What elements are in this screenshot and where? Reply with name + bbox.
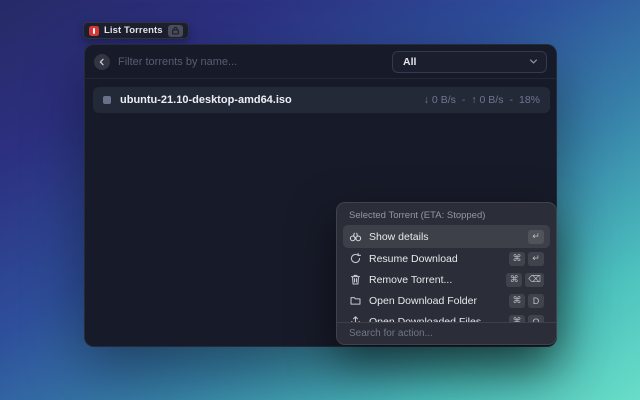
action-item-label: Show details <box>369 230 429 243</box>
command-tab[interactable]: List Torrents <box>83 22 189 39</box>
lock-icon[interactable] <box>167 24 183 37</box>
refresh-icon <box>349 252 362 265</box>
torrent-name: ubuntu-21.10-desktop-amd64.iso <box>120 94 292 106</box>
transmission-icon <box>89 25 99 36</box>
action-items: Show details ↵ Resume Download ⌘ ↵ Remov… <box>343 225 550 332</box>
separator: - <box>461 94 466 106</box>
upload-speed: ↑ 0 B/s <box>471 94 504 106</box>
action-item-label: Remove Torrent... <box>369 273 453 286</box>
desktop-background: { "tab": { "title": "List Torrents", "ex… <box>0 0 640 400</box>
action-item-open-download-folder[interactable]: Open Download Folder ⌘ D <box>343 290 550 311</box>
shortcut-key: ⌘ <box>509 293 525 308</box>
action-item-remove-torrent[interactable]: Remove Torrent... ⌘ ⌫ <box>343 269 550 290</box>
separator: - <box>509 94 513 106</box>
action-item-show-details[interactable]: Show details ↵ <box>343 225 550 248</box>
shortcut-key: D <box>528 293 544 308</box>
action-panel-header: Selected Torrent (ETA: Stopped) <box>349 210 486 221</box>
action-item-label: Open Download Folder <box>369 294 477 307</box>
action-item-label: Resume Download <box>369 252 458 265</box>
filter-dropdown[interactable]: All <box>392 50 547 73</box>
back-button[interactable] <box>94 53 110 70</box>
command-tab-title: List Torrents <box>104 25 163 36</box>
shortcut-key: ⌫ <box>525 272 544 287</box>
progress-percent: 18% <box>518 94 540 106</box>
download-speed: ↓ 0 B/s <box>423 94 456 106</box>
shortcut-key: ↵ <box>528 251 544 266</box>
shortcut-key: ⌘ <box>506 272 523 287</box>
action-panel: Selected Torrent (ETA: Stopped) Show det… <box>336 202 557 345</box>
action-item-resume-download[interactable]: Resume Download ⌘ ↵ <box>343 248 550 269</box>
search-bar: All <box>85 45 556 79</box>
action-panel-footer <box>337 322 556 344</box>
action-search-input[interactable] <box>349 328 556 339</box>
torrent-row[interactable]: ubuntu-21.10-desktop-amd64.iso ↓ 0 B/s -… <box>93 87 550 113</box>
folder-icon <box>349 294 362 307</box>
dropdown-value: All <box>403 55 417 68</box>
shortcut-key: ↵ <box>528 229 544 244</box>
binoculars-icon <box>349 230 362 243</box>
shortcut-key: ⌘ <box>509 251 525 266</box>
trash-icon <box>349 273 362 286</box>
stopped-square-icon <box>103 96 111 104</box>
chevron-left-icon <box>99 58 104 65</box>
filter-input[interactable] <box>118 55 392 68</box>
torrent-accessories: ↓ 0 B/s - ↑ 0 B/s - 18% <box>424 94 540 106</box>
chevron-down-icon <box>529 59 538 64</box>
